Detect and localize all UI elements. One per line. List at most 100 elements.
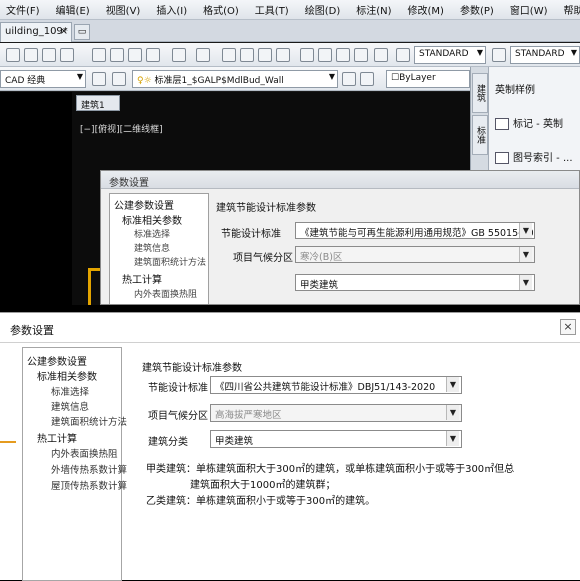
chevron-down-icon: ▼ — [519, 275, 532, 290]
chevron-down-icon: ▼ — [446, 377, 459, 392]
settings-dialog: 参数设置 × 公建参数设置 标准相关参数 标准选择 建筑信息 建筑面积统计方法 … — [0, 312, 580, 581]
menu-draw[interactable]: 绘图(D) — [297, 2, 349, 17]
cad-window: 文件(F) 编辑(E) 视图(V) 插入(I) 格式(O) 工具(T) 绘图(D… — [0, 0, 580, 305]
category-select[interactable]: 甲类建筑 ▼ — [210, 430, 462, 448]
climate-label: 项目气候分区 — [233, 253, 293, 264]
workspace-settings-icon[interactable] — [92, 72, 106, 86]
layer-combo[interactable]: ♀☼ 标准层1_$GALP$MdlBud_Wall ▼ — [132, 70, 338, 88]
chevron-down-icon: ▼ — [446, 431, 459, 446]
close-icon[interactable]: × — [60, 26, 68, 37]
palette-item[interactable]: 标记 - 英制 — [495, 115, 563, 130]
help-icon[interactable] — [374, 48, 388, 62]
standard-label: 节能设计标准 — [221, 229, 281, 240]
palette-item[interactable]: 图号索引 - ... — [495, 149, 573, 164]
category-select[interactable]: 甲类建筑 ▼ — [295, 274, 535, 291]
dim-style-icon[interactable] — [492, 48, 506, 62]
standard-select[interactable]: 《建筑节能与可再生能源利用通用规范》GB 55015-2021（试用）▼ — [295, 222, 535, 239]
paste-icon[interactable] — [128, 48, 142, 62]
print-icon[interactable] — [60, 48, 74, 62]
tree-group-standard[interactable]: 标准相关参数 — [37, 368, 97, 383]
view-tab[interactable]: 建筑1 — [76, 95, 120, 111]
tree-item-wall-u-value[interactable]: 外墙传热系数计算 — [51, 462, 127, 476]
zoom-realtime-icon[interactable] — [240, 48, 254, 62]
chevron-down-icon: ▼ — [519, 247, 532, 262]
new-file-icon[interactable] — [6, 48, 20, 62]
tree-item-building-info[interactable]: 建筑信息 — [134, 241, 170, 254]
palette-item-label: 英制样例 — [495, 85, 535, 96]
tree-item-area-method[interactable]: 建筑面积统计方法 — [51, 414, 127, 428]
menu-help[interactable]: 帮助(H) — [556, 2, 580, 17]
layer-manager-icon[interactable] — [112, 72, 126, 86]
settings-tree: 公建参数设置 标准相关参数 标准选择 建筑信息 建筑面积统计方法 热工计算 内外… — [22, 347, 127, 581]
design-center-icon[interactable] — [318, 48, 332, 62]
index-icon — [495, 152, 509, 164]
undo-icon[interactable] — [172, 48, 186, 62]
linetype-combo[interactable]: ☐ByLayer — [386, 70, 470, 88]
workspace-value: CAD 经典 — [5, 76, 46, 86]
chevron-down-icon: ▼ — [446, 405, 459, 420]
pan-icon[interactable] — [222, 48, 236, 62]
tree-item-area-method[interactable]: 建筑面积统计方法 — [134, 255, 206, 268]
palette-item[interactable]: 英制样例 — [495, 81, 535, 96]
viewport-controls[interactable]: [−][俯视][二维线框] — [80, 122, 163, 135]
palette-tab-standard[interactable]: 标准 — [472, 115, 488, 155]
zoom-window-icon[interactable] — [258, 48, 272, 62]
close-icon[interactable]: × — [560, 319, 576, 335]
group-title: 建筑节能设计标准参数 — [142, 363, 242, 374]
layer-value: 标准层1_$GALP$MdlBud_Wall — [154, 76, 284, 86]
menu-modify[interactable]: 修改(M) — [400, 2, 452, 17]
chevron-down-icon: ▼ — [328, 72, 335, 81]
menu-tools[interactable]: 工具(T) — [247, 2, 297, 17]
category-a-description: 甲类建筑：单栋建筑面积大于300㎡的建筑，或单栋建筑面积小于或等于300㎡但总 — [146, 464, 515, 475]
make-current-layer-icon[interactable] — [342, 72, 356, 86]
save-icon[interactable] — [42, 48, 56, 62]
dialog-title: 参数设置 — [10, 324, 54, 337]
text-style-icon[interactable] — [396, 48, 410, 62]
menu-params[interactable]: 参数(P) — [452, 2, 502, 17]
tree-item-surface-resistance[interactable]: 内外表面换热阻 — [51, 446, 118, 460]
tree-root[interactable]: 公建参数设置 — [114, 197, 174, 212]
text-style-combo[interactable]: STANDARD ▼ — [414, 46, 486, 64]
palette-tab-building[interactable]: 建筑 — [472, 73, 488, 113]
menu-format[interactable]: 格式(O) — [195, 2, 247, 17]
menu-file[interactable]: 文件(F) — [0, 2, 48, 17]
category-value: 甲类建筑 — [300, 280, 339, 291]
tree-group-thermal[interactable]: 热工计算 — [122, 271, 162, 286]
zoom-previous-icon[interactable] — [276, 48, 290, 62]
standard-label: 节能设计标准 — [148, 383, 208, 394]
document-tab-strip: uilding_109* × ▭ — [0, 20, 580, 42]
tree-item-surface-resistance[interactable]: 内外表面换热阻 — [134, 287, 197, 300]
cut-icon[interactable] — [92, 48, 106, 62]
calculator-icon[interactable] — [354, 48, 368, 62]
menu-window[interactable]: 窗口(W) — [502, 2, 556, 17]
tree-item-standard-select[interactable]: 标准选择 — [134, 227, 170, 240]
workspace-combo[interactable]: CAD 经典 ▼ — [0, 70, 86, 88]
standard-select[interactable]: 《四川省公共建筑节能设计标准》DBJ51/143-2020 ▼ — [210, 376, 462, 394]
tree-group-standard[interactable]: 标准相关参数 — [122, 212, 182, 227]
tree-item-standard-select[interactable]: 标准选择 — [51, 384, 89, 398]
dialog-title: 参数设置 — [101, 171, 579, 189]
menu-view[interactable]: 视图(V) — [98, 2, 149, 17]
chevron-down-icon: ▼ — [519, 223, 532, 238]
menu-dimension[interactable]: 标注(N) — [348, 2, 399, 17]
document-tab[interactable]: uilding_109* × — [0, 22, 72, 42]
copy-icon[interactable] — [110, 48, 124, 62]
menu-edit[interactable]: 编辑(E) — [48, 2, 98, 17]
tree-group-thermal[interactable]: 热工计算 — [37, 430, 77, 445]
tree-root[interactable]: 公建参数设置 — [27, 353, 87, 368]
tool-palettes-icon[interactable] — [336, 48, 350, 62]
dialog-title-bar: 参数设置 × — [0, 313, 580, 343]
drawing-frame-edge — [0, 441, 16, 443]
new-tab-icon[interactable]: ▭ — [74, 24, 90, 40]
document-tab-label: uilding_109* — [5, 26, 68, 37]
layer-previous-icon[interactable] — [360, 72, 374, 86]
match-properties-icon[interactable] — [146, 48, 160, 62]
open-file-icon[interactable] — [24, 48, 38, 62]
tree-item-roof-u-value[interactable]: 屋顶传热系数计算 — [51, 478, 127, 492]
category-value: 甲类建筑 — [215, 436, 254, 447]
menu-insert[interactable]: 插入(I) — [148, 2, 195, 17]
properties-icon[interactable] — [300, 48, 314, 62]
tree-item-building-info[interactable]: 建筑信息 — [51, 399, 89, 413]
redo-icon[interactable] — [196, 48, 210, 62]
dim-style-combo[interactable]: STANDARD ▼ — [510, 46, 580, 64]
